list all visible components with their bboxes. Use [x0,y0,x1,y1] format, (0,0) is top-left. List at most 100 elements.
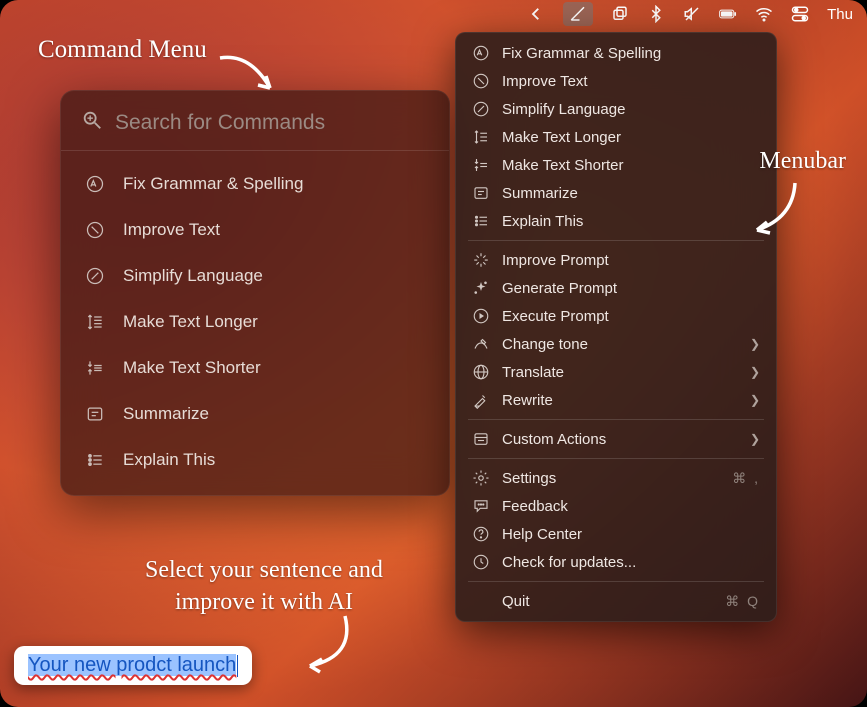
help-icon [472,525,490,543]
dd-settings[interactable]: Settings⌘ , [462,464,770,492]
dd-label: Fix Grammar & Spelling [502,45,661,62]
explain-icon [85,450,105,470]
custom-icon [472,430,490,448]
dd-improve-text[interactable]: Improve Text [462,67,770,95]
cmd-label: Explain This [123,450,215,470]
dd-longer[interactable]: Make Text Longer [462,123,770,151]
menubar-clock[interactable]: Thu [827,6,853,23]
annotation-caption: Select your sentence and improve it with… [145,554,383,619]
system-menubar: Thu [0,0,867,28]
pencil-icon [472,391,490,409]
menubar-app-icon[interactable] [563,2,593,26]
dd-label: Custom Actions [502,431,606,448]
search-icon [81,109,103,136]
menubar-battery-icon[interactable] [719,5,737,23]
dd-translate[interactable]: Translate ❯ [462,358,770,386]
cmd-improve-text[interactable]: Improve Text [61,207,449,253]
dd-simplify[interactable]: Simplify Language [462,95,770,123]
command-list: Fix Grammar & Spelling Improve Text Simp… [61,151,449,483]
cmd-label: Fix Grammar & Spelling [123,174,303,194]
dd-feedback[interactable]: Feedback [462,492,770,520]
separator [468,419,764,420]
summarize-icon [472,184,490,202]
play-icon [472,307,490,325]
dd-explain[interactable]: Explain This [462,207,770,235]
menubar-dropdown: Fix Grammar & Spelling Improve Text Simp… [455,32,777,622]
dd-label: Summarize [502,185,578,202]
improve-icon [85,220,105,240]
dd-label: Settings [502,470,556,487]
prompt-improve-icon [472,251,490,269]
dd-rewrite[interactable]: Rewrite❯ [462,386,770,414]
dd-label: Translate [502,364,564,381]
dd-label: Make Text Longer [502,129,621,146]
command-search-row [61,91,449,151]
dd-label: Explain This [502,213,583,230]
grammar-icon [85,174,105,194]
dd-label: Quit [502,593,530,610]
cmd-longer[interactable]: Make Text Longer [61,299,449,345]
cmd-fix-grammar[interactable]: Fix Grammar & Spelling [61,161,449,207]
dd-label: Improve Prompt [502,252,609,269]
explain-icon [472,212,490,230]
simplify-icon [85,266,105,286]
annotation-command-menu: Command Menu [38,36,207,64]
cmd-summarize[interactable]: Summarize [61,391,449,437]
command-menu-panel: Fix Grammar & Spelling Improve Text Simp… [60,90,450,496]
menubar-mute-icon[interactable] [683,5,701,23]
selected-text: Your new prodct launch [28,654,236,676]
gear-icon [472,469,490,487]
dd-quit[interactable]: Quit ⌘ Q [462,587,770,615]
dd-shorter[interactable]: Make Text Shorter [462,151,770,179]
dd-label: Check for updates... [502,554,636,571]
cmd-explain[interactable]: Explain This [61,437,449,483]
sparkle-icon [472,279,490,297]
desktop-background: Thu Fix Grammar & Spelling Improve Text … [0,0,867,707]
longer-icon [85,312,105,332]
cmd-shorter[interactable]: Make Text Shorter [61,345,449,391]
menubar-control-center-icon[interactable] [791,5,809,23]
separator [468,240,764,241]
dd-label: Help Center [502,526,582,543]
dd-custom-actions[interactable]: Custom Actions ❯ [462,425,770,453]
shortcut: ⌘ Q [725,593,760,610]
menubar-windows-icon[interactable] [611,5,629,23]
globe-icon [472,363,490,381]
dd-help[interactable]: Help Center [462,520,770,548]
dd-execute-prompt[interactable]: Execute Prompt [462,302,770,330]
separator [468,581,764,582]
shorter-icon [472,156,490,174]
separator [468,458,764,459]
menubar-wifi-icon[interactable] [755,5,773,23]
chat-icon [472,497,490,515]
update-icon [472,553,490,571]
cmd-label: Simplify Language [123,266,263,286]
dd-change-tone[interactable]: Change tone❯ [462,330,770,358]
dd-fix-grammar[interactable]: Fix Grammar & Spelling [462,39,770,67]
dd-updates[interactable]: Check for updates... [462,548,770,576]
cmd-label: Make Text Shorter [123,358,261,378]
cmd-simplify[interactable]: Simplify Language [61,253,449,299]
grammar-icon [472,44,490,62]
command-search-input[interactable] [115,111,429,135]
dd-summarize[interactable]: Summarize [462,179,770,207]
shorter-icon [85,358,105,378]
simplify-icon [472,100,490,118]
dd-label: Simplify Language [502,101,625,118]
summarize-icon [85,404,105,424]
cmd-label: Improve Text [123,220,220,240]
cmd-label: Make Text Longer [123,312,258,332]
selected-text-chip[interactable]: Your new prodct launch [14,646,252,685]
chevron-right-icon: ❯ [750,365,760,379]
cmd-label: Summarize [123,404,209,424]
menubar-bluetooth-icon[interactable] [647,5,665,23]
chevron-right-icon: ❯ [750,393,760,407]
dd-label: Execute Prompt [502,308,609,325]
chevron-right-icon: ❯ [750,432,760,446]
dd-label: Generate Prompt [502,280,617,297]
dd-improve-prompt[interactable]: Improve Prompt [462,246,770,274]
menubar-chevron-left-icon[interactable] [527,5,545,23]
dd-generate-prompt[interactable]: Generate Prompt [462,274,770,302]
dd-label: Feedback [502,498,568,515]
arrow-icon [300,611,360,681]
